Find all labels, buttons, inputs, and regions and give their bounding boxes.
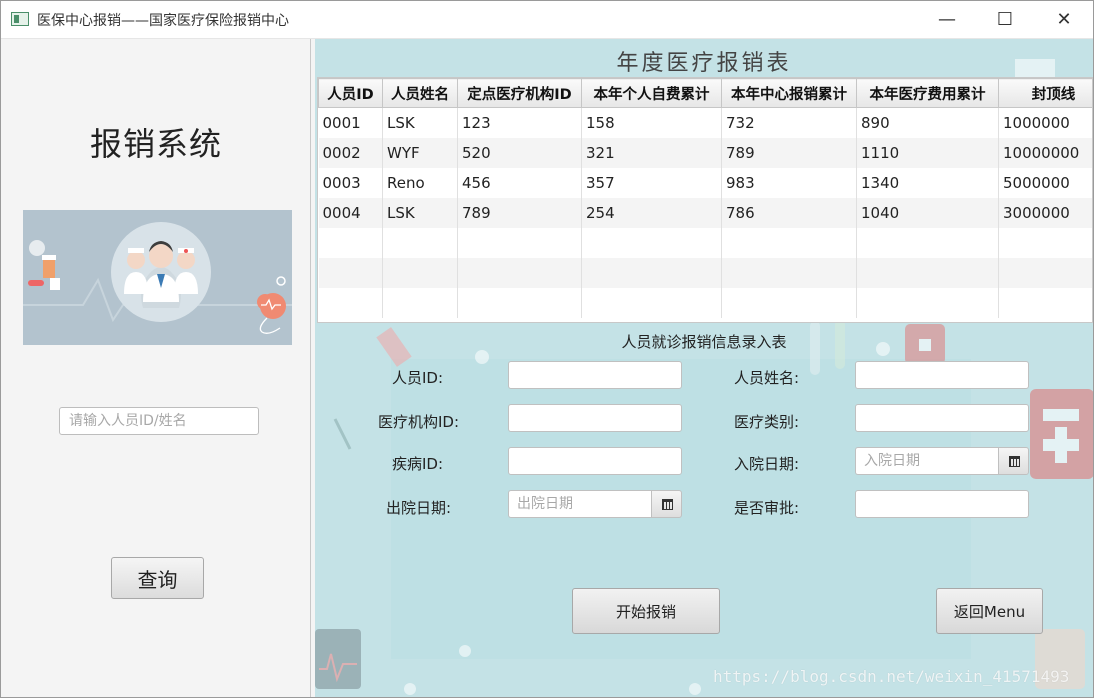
table-cell: 983 (721, 167, 857, 198)
table-cell: 1000000 (998, 107, 1092, 138)
table-cell: 10000000 (998, 137, 1092, 168)
table-cell: 1040 (856, 197, 999, 228)
admission-date-label: 入院日期: (733, 455, 799, 473)
table-cell: 3000000 (998, 197, 1092, 228)
empty-row (318, 287, 1092, 318)
table-cell: 1340 (856, 167, 999, 198)
column-header[interactable]: 封顶线 (998, 78, 1092, 108)
table-cell: 520 (457, 137, 582, 168)
table-row[interactable]: 0004 LSK 789 254 786 1040 3000000 (318, 197, 1092, 228)
minimize-button[interactable]: — (918, 1, 976, 39)
table-cell: 254 (581, 197, 722, 228)
table-cell: 456 (457, 167, 582, 198)
table-cell: 357 (581, 167, 722, 198)
right-panel: 年度医疗报销表 人员ID 人员姓名 定点医疗机构ID 本年个人自费累计 本年中心… (315, 39, 1093, 697)
disease-id-field[interactable] (508, 447, 682, 475)
maximize-button[interactable]: ☐ (976, 1, 1034, 39)
back-to-menu-button[interactable]: 返回Menu (936, 588, 1043, 634)
approval-label: 是否审批: (733, 499, 799, 517)
table-cell: LSK (382, 197, 458, 228)
person-id-field[interactable] (508, 361, 682, 389)
form-title: 人员就诊报销信息录入表 (621, 333, 787, 351)
table-cell: Reno (382, 167, 458, 198)
column-header[interactable]: 人员ID (318, 78, 383, 108)
reimbursement-table[interactable]: 人员ID 人员姓名 定点医疗机构ID 本年个人自费累计 本年中心报销累计 本年医… (317, 77, 1093, 323)
system-title: 报销系统 (89, 125, 222, 163)
table-cell: 321 (581, 137, 722, 168)
medical-type-label: 医疗类别: (733, 413, 799, 431)
table-cell: LSK (382, 107, 458, 138)
app-icon (11, 12, 29, 26)
title-bar[interactable]: 医保中心报销——国家医疗保险报销中心 — ☐ ✕ (1, 1, 1093, 39)
discharge-date-field[interactable] (508, 490, 651, 518)
app-window: 医保中心报销——国家医疗保险报销中心 — ☐ ✕ 报销系统 请输入人员ID/姓名… (0, 0, 1094, 698)
table-row[interactable]: 0002 WYF 520 321 789 1110 10000000 (318, 137, 1092, 168)
discharge-date-picker[interactable] (508, 490, 682, 518)
table-cell: 789 (721, 137, 857, 168)
column-header[interactable]: 本年个人自费累计 (581, 78, 722, 108)
medical-staff-illustration (23, 210, 292, 345)
table-cell: 789 (457, 197, 582, 228)
admission-calendar-button[interactable] (998, 447, 1029, 475)
person-name-field[interactable] (855, 361, 1029, 389)
table-cell: WYF (382, 137, 458, 168)
person-name-label: 人员姓名: (733, 369, 799, 387)
table-cell: 0002 (318, 137, 383, 168)
start-reimbursement-button[interactable]: 开始报销 (572, 588, 720, 634)
watermark: https://blog.csdn.net/weixin_41571493 (713, 667, 1070, 686)
column-header[interactable]: 本年中心报销累计 (721, 78, 857, 108)
close-button[interactable]: ✕ (1035, 1, 1093, 39)
empty-row (318, 227, 1092, 258)
institution-id-field[interactable] (508, 404, 682, 432)
table-row[interactable]: 0003 Reno 456 357 983 1340 5000000 (318, 167, 1092, 198)
empty-row (318, 257, 1092, 288)
table-cell: 732 (721, 107, 857, 138)
search-input[interactable] (59, 407, 259, 435)
table-cell: 123 (457, 107, 582, 138)
calendar-icon (662, 499, 673, 510)
query-button[interactable]: 查询 (111, 557, 204, 599)
column-header[interactable]: 人员姓名 (382, 78, 458, 108)
table-cell: 0003 (318, 167, 383, 198)
person-id-label: 人员ID: (391, 369, 443, 387)
window-title: 医保中心报销——国家医疗保险报销中心 (37, 13, 289, 29)
discharge-calendar-button[interactable] (651, 490, 682, 518)
admission-date-picker[interactable] (855, 447, 1029, 475)
institution-id-label: 医疗机构ID: (377, 413, 459, 431)
table-cell: 0001 (318, 107, 383, 138)
admission-date-field[interactable] (855, 447, 998, 475)
table-cell: 890 (856, 107, 999, 138)
disease-id-label: 疾病ID: (391, 455, 443, 473)
discharge-date-label: 出院日期: (385, 499, 451, 517)
table-header-row: 人员ID 人员姓名 定点医疗机构ID 本年个人自费累计 本年中心报销累计 本年医… (318, 78, 1092, 108)
column-header[interactable]: 定点医疗机构ID (457, 78, 582, 108)
table-cell: 1110 (856, 137, 999, 168)
table-cell: 158 (581, 107, 722, 138)
left-panel: 报销系统 请输入人员ID/姓名 查询 (1, 39, 311, 697)
medical-type-field[interactable] (855, 404, 1029, 432)
approval-field[interactable] (855, 490, 1029, 518)
table-row[interactable]: 0001 LSK 123 158 732 890 1000000 (318, 107, 1092, 138)
table-cell: 5000000 (998, 167, 1092, 198)
table-title: 年度医疗报销表 (616, 51, 792, 76)
table-cell: 0004 (318, 197, 383, 228)
calendar-icon (1009, 456, 1020, 467)
table-cell: 786 (721, 197, 857, 228)
column-header[interactable]: 本年医疗费用累计 (856, 78, 999, 108)
